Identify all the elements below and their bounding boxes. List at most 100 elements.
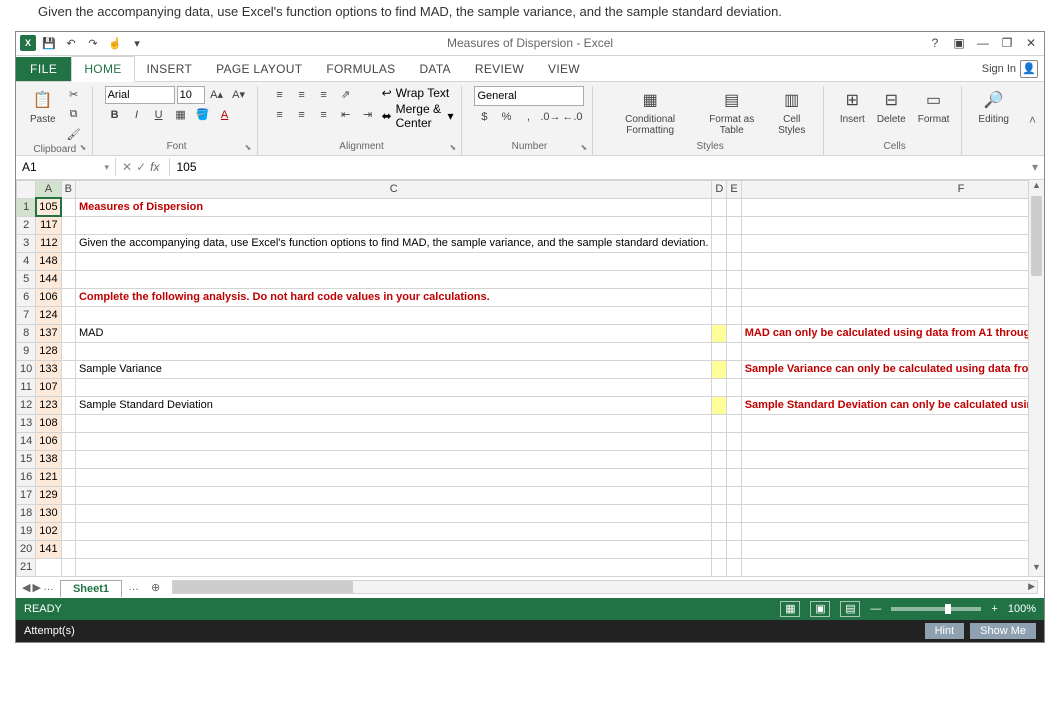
cell-F11[interactable]: [741, 378, 1028, 396]
cell-B10[interactable]: [61, 360, 75, 378]
cell-F20[interactable]: [741, 540, 1028, 558]
undo-icon[interactable]: ↶: [62, 34, 80, 52]
cell-C3[interactable]: Given the accompanying data, use Excel's…: [75, 234, 711, 252]
row-header-2[interactable]: 2: [17, 216, 36, 234]
cancel-formula-icon[interactable]: ✕: [122, 160, 132, 174]
decrease-indent-icon[interactable]: ⇤: [336, 106, 356, 124]
cell-E6[interactable]: [727, 288, 741, 306]
tab-file[interactable]: FILE: [16, 57, 71, 81]
cell-E20[interactable]: [727, 540, 741, 558]
underline-button[interactable]: U: [149, 106, 169, 124]
cell-B14[interactable]: [61, 432, 75, 450]
cell-D5[interactable]: [712, 270, 727, 288]
cell-A2[interactable]: 117: [36, 216, 61, 234]
cell-A5[interactable]: 144: [36, 270, 61, 288]
merge-center-button[interactable]: ⬌ Merge & Center ▾: [382, 102, 454, 130]
cell-F9[interactable]: [741, 342, 1028, 360]
bold-button[interactable]: B: [105, 106, 125, 124]
copy-icon[interactable]: ⧉: [64, 106, 84, 124]
cell-D13[interactable]: [712, 414, 727, 432]
cell-A19[interactable]: 102: [36, 522, 61, 540]
col-header-B[interactable]: B: [61, 180, 75, 198]
font-size-input[interactable]: [177, 86, 205, 104]
paste-button[interactable]: 📋 Paste: [26, 86, 60, 127]
col-header-A[interactable]: A: [36, 180, 61, 198]
cell-E2[interactable]: [727, 216, 741, 234]
format-as-table-button[interactable]: ▤ Format as Table: [699, 86, 765, 138]
cell-D15[interactable]: [712, 450, 727, 468]
cell-D19[interactable]: [712, 522, 727, 540]
scroll-up-icon[interactable]: ▲: [1029, 180, 1044, 194]
cell-A9[interactable]: 128: [36, 342, 61, 360]
cell-C8[interactable]: MAD: [75, 324, 711, 342]
cell-C6[interactable]: Complete the following analysis. Do not …: [75, 288, 711, 306]
row-header-6[interactable]: 6: [17, 288, 36, 306]
sheet-nav-more-icon[interactable]: …: [43, 581, 54, 594]
cell-A8[interactable]: 137: [36, 324, 61, 342]
cell-D21[interactable]: [712, 558, 727, 576]
conditional-formatting-button[interactable]: ▦ Conditional Formatting: [605, 86, 694, 138]
italic-button[interactable]: I: [127, 106, 147, 124]
row-header-7[interactable]: 7: [17, 306, 36, 324]
cell-E14[interactable]: [727, 432, 741, 450]
cell-E4[interactable]: [727, 252, 741, 270]
cell-A14[interactable]: 106: [36, 432, 61, 450]
orientation-icon[interactable]: ⇗: [336, 86, 356, 104]
insert-cells-button[interactable]: ⊞ Insert: [836, 86, 869, 127]
normal-view-icon[interactable]: ▦: [780, 601, 800, 617]
font-name-input[interactable]: [105, 86, 175, 104]
cell-D20[interactable]: [712, 540, 727, 558]
cut-icon[interactable]: ✂: [64, 86, 84, 104]
cell-E10[interactable]: [727, 360, 741, 378]
cell-styles-button[interactable]: ▥ Cell Styles: [769, 86, 815, 138]
cell-E5[interactable]: [727, 270, 741, 288]
cell-D6[interactable]: [712, 288, 727, 306]
row-header-18[interactable]: 18: [17, 504, 36, 522]
maximize-icon[interactable]: ❐: [998, 36, 1016, 50]
fill-color-icon[interactable]: 🪣: [193, 106, 213, 124]
cell-E19[interactable]: [727, 522, 741, 540]
scroll-down-icon[interactable]: ▼: [1029, 562, 1044, 576]
cell-D10[interactable]: [712, 360, 727, 378]
cell-D18[interactable]: [712, 504, 727, 522]
cell-D12[interactable]: [712, 396, 727, 414]
cell-C12[interactable]: Sample Standard Deviation: [75, 396, 711, 414]
align-top-icon[interactable]: ≡: [270, 86, 290, 104]
cell-F14[interactable]: [741, 432, 1028, 450]
horizontal-scrollbar[interactable]: ◀ ▶: [172, 580, 1038, 594]
cell-B11[interactable]: [61, 378, 75, 396]
comma-icon[interactable]: ,: [518, 108, 538, 126]
zoom-slider[interactable]: [891, 607, 981, 611]
row-header-20[interactable]: 20: [17, 540, 36, 558]
cell-F17[interactable]: [741, 486, 1028, 504]
show-me-button[interactable]: Show Me: [970, 623, 1036, 639]
expand-formula-bar-icon[interactable]: ▾: [1026, 160, 1044, 174]
cell-E1[interactable]: [727, 198, 741, 216]
cell-A1[interactable]: 105: [36, 198, 61, 216]
cell-F18[interactable]: [741, 504, 1028, 522]
cell-A10[interactable]: 133: [36, 360, 61, 378]
col-header-C[interactable]: C: [75, 180, 711, 198]
cell-C16[interactable]: [75, 468, 711, 486]
cell-E12[interactable]: [727, 396, 741, 414]
minimize-icon[interactable]: —: [974, 36, 992, 50]
alignment-launcher-icon[interactable]: ⬊: [449, 143, 459, 153]
cell-A15[interactable]: 138: [36, 450, 61, 468]
cell-E13[interactable]: [727, 414, 741, 432]
row-header-8[interactable]: 8: [17, 324, 36, 342]
cell-D9[interactable]: [712, 342, 727, 360]
cell-F13[interactable]: [741, 414, 1028, 432]
tab-view[interactable]: VIEW: [536, 57, 592, 81]
hint-button[interactable]: Hint: [925, 623, 965, 639]
cell-A6[interactable]: 106: [36, 288, 61, 306]
cell-E7[interactable]: [727, 306, 741, 324]
sheet-menu-icon[interactable]: …: [122, 579, 145, 595]
cell-B9[interactable]: [61, 342, 75, 360]
name-box[interactable]: A1 ▾: [16, 158, 116, 176]
cell-C7[interactable]: [75, 306, 711, 324]
cell-C20[interactable]: [75, 540, 711, 558]
ribbon-options-icon[interactable]: ▣: [950, 36, 968, 50]
cell-C17[interactable]: [75, 486, 711, 504]
cell-B12[interactable]: [61, 396, 75, 414]
row-header-1[interactable]: 1: [17, 198, 36, 216]
